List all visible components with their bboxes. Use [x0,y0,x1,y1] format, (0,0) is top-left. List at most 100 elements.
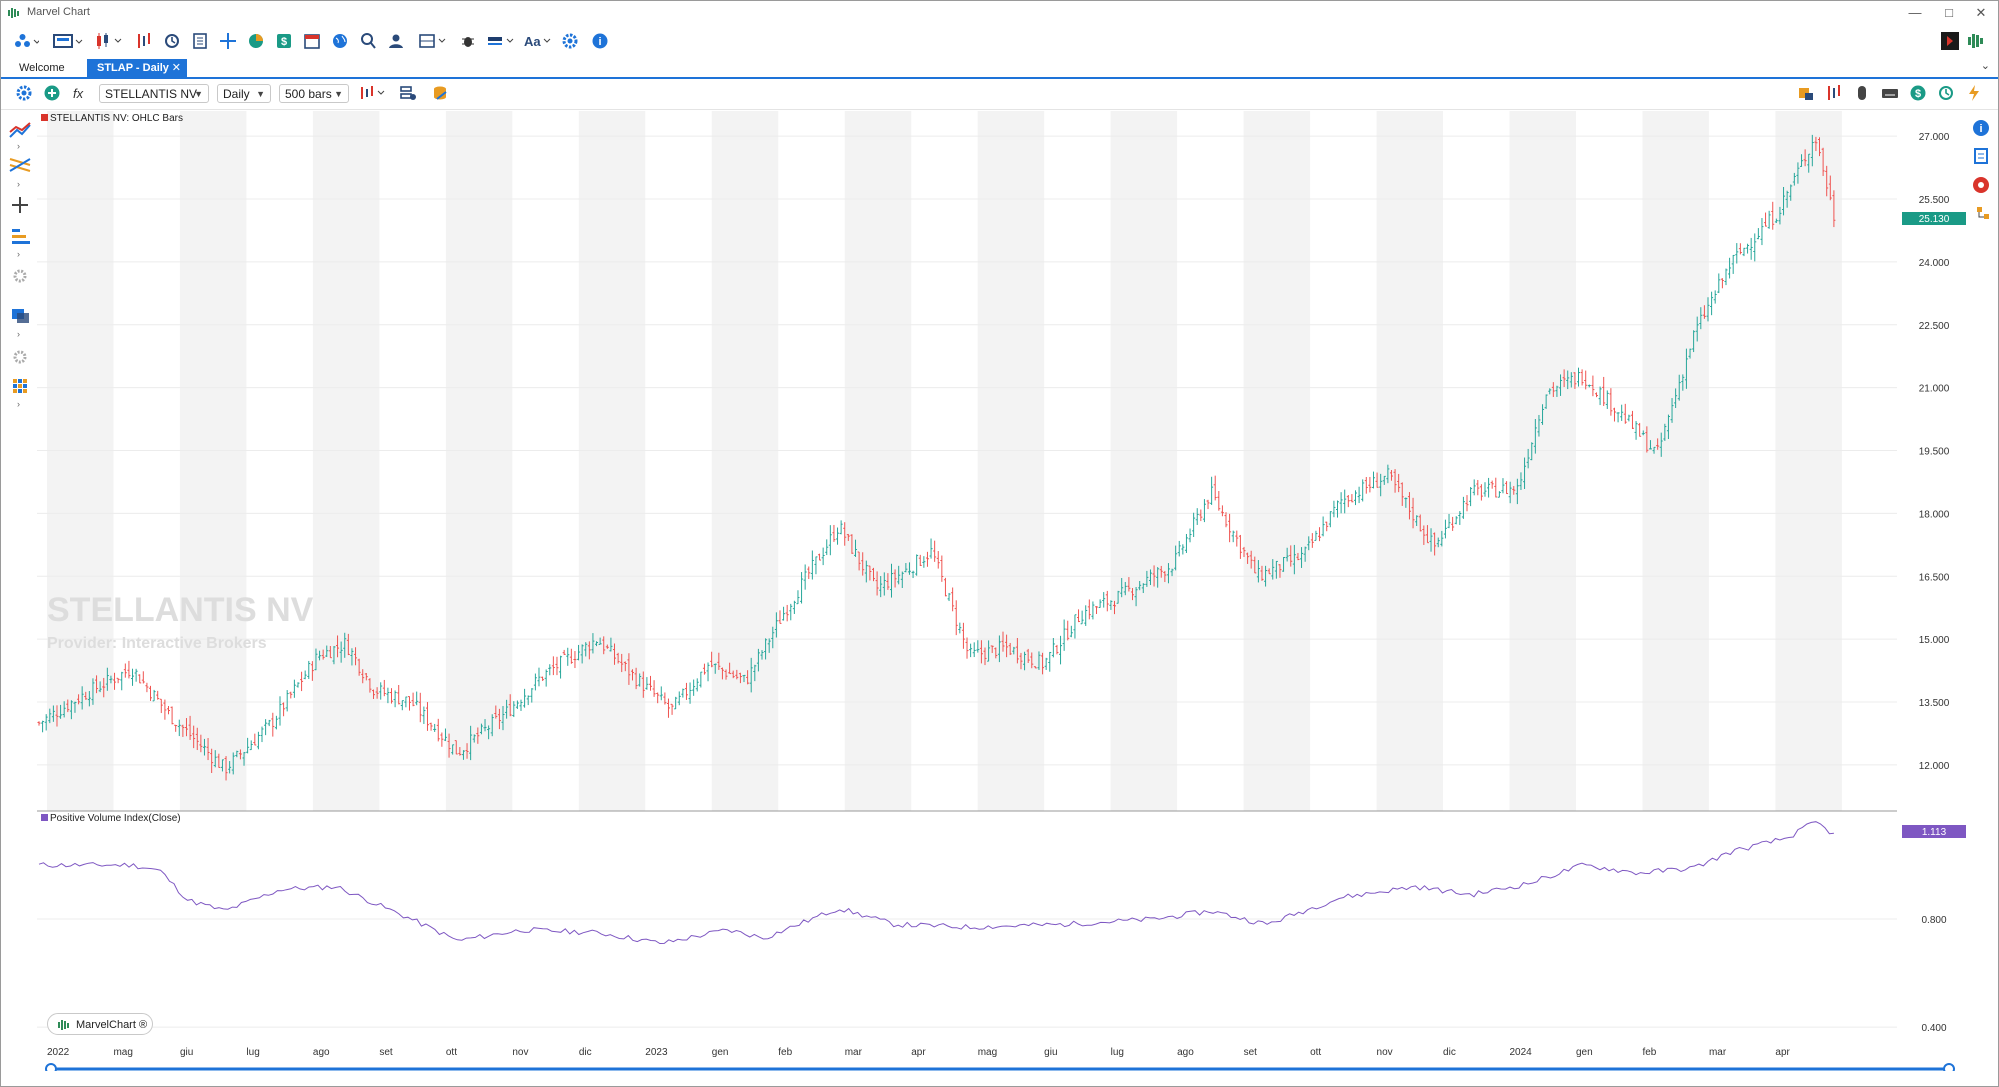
user-icon[interactable] [385,29,407,53]
ohlc-bar [429,722,433,731]
info-icon[interactable]: i [1973,120,1989,136]
ohlc-bar [943,577,947,597]
template-icon[interactable] [397,81,419,105]
x-tick-label: gen [712,1047,729,1058]
symbol-select[interactable]: STELLANTIS NV ▼ [99,84,209,103]
compare-icon[interactable] [133,29,155,53]
minimize-icon[interactable]: — [1902,3,1928,23]
svg-text:i: i [598,36,601,48]
ohlc-bar [972,642,976,658]
orders-icon[interactable] [1795,81,1817,105]
chart-canvas[interactable]: STELLANTIS NV Provider: Interactive Brok… [37,111,1967,1075]
account-icon[interactable] [1939,29,1961,53]
database-icon[interactable] [429,81,451,105]
depth-icon[interactable] [1823,81,1845,105]
indicator-legend[interactable]: Positive Volume Index(Close) [41,813,181,824]
ohlc-bar [839,520,843,535]
crosshair-tool-icon[interactable] [12,197,28,213]
ohlc-bar [1321,516,1325,537]
pie-icon[interactable] [245,29,267,53]
draw-tools-icon[interactable] [11,29,41,53]
font-icon[interactable]: Aa [523,29,553,53]
chart-type-icon[interactable] [357,81,389,105]
ohlc-bar [1469,487,1473,507]
ohlc-bar [1084,605,1088,626]
ohlc-bar [1731,254,1735,274]
settings-icon[interactable] [559,29,581,53]
x-tick-label: ott [446,1047,457,1058]
watermark-provider: Provider: Interactive Brokers [47,635,267,652]
month-band [1509,111,1576,811]
layers-icon[interactable] [12,309,29,323]
grid-icon[interactable] [13,379,27,393]
price-legend[interactable]: STELLANTIS NV: OHLC Bars [41,113,183,124]
ohlc-bar [519,699,523,711]
lightning-icon[interactable] [1963,81,1985,105]
mouse-icon[interactable] [1851,81,1873,105]
tab-close-icon[interactable]: ✕ [172,59,181,77]
x-tick-label: lug [246,1047,259,1058]
right-info-sidebar: i [1964,111,1998,311]
timeframe-select[interactable]: Daily ▼ [217,84,271,103]
ohlc-bar [1332,500,1336,518]
notes-icon[interactable] [1974,148,1988,164]
x-tick-label: mag [978,1047,997,1058]
svg-text:$: $ [1915,88,1921,100]
fibonacci-tool-icon[interactable] [9,158,31,172]
info-icon[interactable]: i [589,29,611,53]
globe-icon[interactable] [329,29,351,53]
maximize-icon[interactable]: □ [1936,3,1962,23]
x-tick-label: feb [1642,1047,1656,1058]
currency-icon[interactable]: $ [1907,81,1929,105]
formula-icon[interactable]: fx [69,81,91,105]
add-indicator-icon[interactable] [41,81,63,105]
ohlc-bar [925,551,929,567]
scroll-handle-end[interactable] [1943,1063,1955,1075]
candles-icon[interactable] [93,29,125,53]
tab-overflow-icon[interactable]: ⌄ [1981,59,1990,72]
keyboard-icon[interactable] [1879,81,1901,105]
document-icon[interactable] [189,29,211,53]
color-icon[interactable] [485,29,517,53]
gear-icon[interactable] [13,350,27,364]
search-user-icon[interactable] [357,29,379,53]
marvel-logo-icon[interactable] [1965,29,1987,53]
dollar-icon[interactable]: $ [273,29,295,53]
ohlc-bar [918,554,922,567]
bars-tool-icon[interactable] [12,229,30,244]
layout-icon[interactable] [51,29,85,53]
hierarchy-icon[interactable] [1977,207,1989,219]
gear-icon[interactable] [13,269,27,283]
ohlc-bar [1728,257,1732,279]
close-icon[interactable]: ✕ [1968,3,1994,23]
crosshair-icon[interactable] [217,29,239,53]
y-tick-label: 27.000 [1919,132,1950,143]
ohlc-bar [958,622,962,634]
ohlc-bar [814,556,818,575]
ohlc-bar [1069,625,1073,638]
chart-settings-icon[interactable] [13,81,35,105]
calendar-icon[interactable] [301,29,323,53]
ohlc-bar [1224,512,1228,528]
chart-area[interactable]: STELLANTIS NV Provider: Interactive Brok… [37,111,1967,1075]
panels-icon[interactable] [417,29,449,53]
ohlc-bar [1080,610,1084,625]
history-icon[interactable] [161,29,183,53]
ohlc-bar [1228,513,1232,543]
marvelchart-brand-pill[interactable]: MarvelChart ® [47,1013,153,1035]
x-tick-label: set [379,1047,393,1058]
ohlc-bar [246,737,250,754]
ohlc-bar [533,673,537,691]
refresh-icon[interactable] [1935,81,1957,105]
svg-text:i: i [1979,123,1982,135]
tab-welcome[interactable]: Welcome [9,59,75,77]
ohlc-bar [789,603,793,621]
scroll-handle-start[interactable] [45,1063,57,1075]
bars-select[interactable]: 500 bars ▼ [279,84,349,103]
tab-stlap-daily[interactable]: STLAP - Daily ✕ [87,59,187,77]
bug-icon[interactable] [457,29,479,53]
trend-line-tool-icon[interactable] [9,122,31,138]
chevron-down-icon: ▼ [256,89,265,99]
x-tick-label: dic [579,1047,592,1058]
alert-globe-icon[interactable] [1973,177,1989,193]
